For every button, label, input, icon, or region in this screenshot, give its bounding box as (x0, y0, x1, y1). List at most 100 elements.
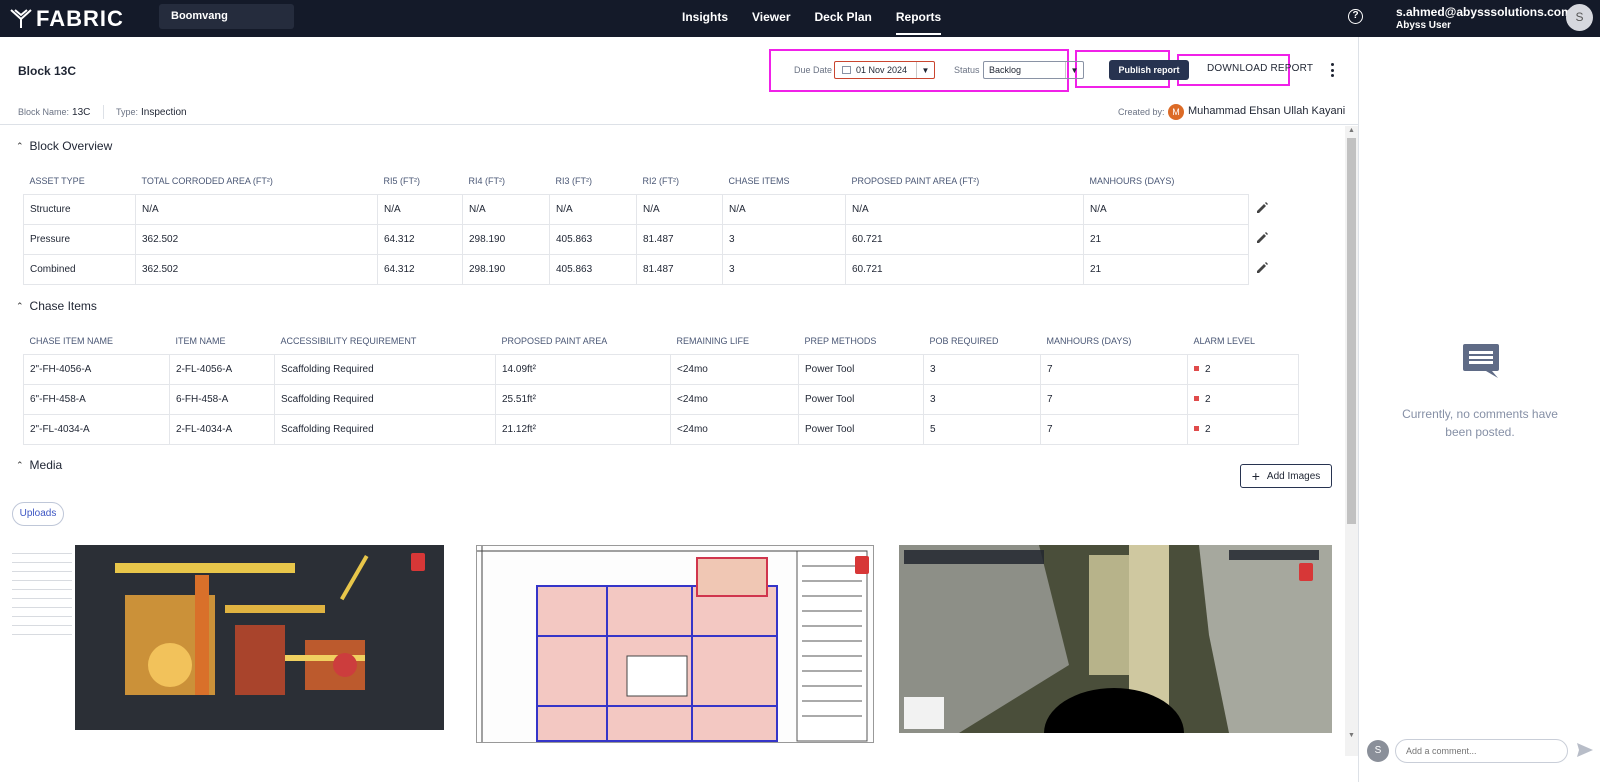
created-by-label: Created by: (1118, 107, 1165, 117)
add-images-button[interactable]: + Add Images (1240, 464, 1332, 488)
more-options-icon[interactable] (1329, 63, 1335, 77)
status-select[interactable]: Backlog ▼ (983, 61, 1084, 79)
3d-pipe-model-image (115, 553, 425, 695)
user-email: s.ahmed@abysssolutions.com.au (1396, 5, 1590, 19)
column-header: RI5 (FT²) (383, 175, 421, 186)
cell: 3 (923, 383, 1041, 415)
nav-insights[interactable]: Insights (682, 0, 728, 35)
send-icon[interactable] (1577, 743, 1593, 757)
table-row: Combined 362.502 64.312 298.190 405.863 … (23, 253, 1289, 285)
cell: Power Tool (798, 353, 924, 385)
table-row[interactable]: 2"-FH-4056-A 2-FL-4056-A Scaffolding Req… (23, 353, 1299, 385)
scrollbar-thumb[interactable] (1347, 138, 1356, 524)
chevron-up-icon[interactable]: ⌃ (16, 301, 24, 312)
nav-viewer[interactable]: Viewer (752, 0, 790, 35)
cell: 2-FL-4056-A (169, 353, 275, 385)
column-header: CHASE ITEM NAME (29, 335, 114, 346)
type-value: Inspection (141, 107, 187, 118)
media-thumbnail-3d-model[interactable] (75, 545, 444, 730)
content-scrollbar[interactable]: ▲ ▼ (1345, 126, 1358, 756)
column-header: PROPOSED PAINT AREA (FT²) (851, 175, 980, 186)
media-thumbnail-deck-plan[interactable] (476, 545, 874, 743)
cell: 60.721 (845, 223, 1084, 255)
scroll-up-icon[interactable]: ▲ (1348, 127, 1355, 134)
column-header: TOTAL CORRODED AREA (FT²) (141, 175, 273, 186)
cell: Pressure (23, 223, 136, 255)
nav-reports[interactable]: Reports (895, 0, 942, 35)
column-header: POB REQUIRED (929, 335, 999, 346)
scroll-down-icon[interactable]: ▼ (1348, 732, 1355, 739)
alarm-level: 2 (1205, 363, 1211, 375)
chevron-up-icon[interactable]: ⌃ (16, 460, 24, 471)
cell: 298.190 (462, 253, 550, 285)
edit-pencil-icon[interactable] (1255, 201, 1269, 215)
alarm-cell: 2 (1187, 413, 1299, 445)
block-overview-table: ASSET TYPE TOTAL CORRODED AREA (FT²) RI5… (23, 168, 1289, 285)
comment-user-avatar: S (1367, 740, 1389, 762)
chevron-up-icon[interactable]: ⌃ (16, 141, 24, 152)
tab-uploads[interactable]: Uploads (12, 502, 64, 526)
table-row: Structure N/A N/A N/A N/A N/A N/A N/A N/… (23, 193, 1289, 225)
alarm-indicator-icon (1194, 396, 1199, 402)
edit-cell (1249, 194, 1289, 224)
cell: N/A (845, 193, 1084, 225)
cell: Structure (23, 193, 136, 225)
table-row[interactable]: 6"-FH-458-A 6-FH-458-A Scaffolding Requi… (23, 383, 1299, 415)
page-title: Block 13C (18, 64, 77, 78)
no-comments-message: Currently, no comments have been posted. (1402, 407, 1558, 439)
help-icon[interactable]: ? (1348, 9, 1363, 24)
type-meta: Type: Inspection (116, 107, 187, 118)
cell: N/A (135, 193, 378, 225)
cell: 7 (1040, 413, 1188, 445)
chase-items-table: CHASE ITEM NAME ITEM NAME ACCESSIBILITY … (23, 328, 1299, 445)
fabric-logo[interactable]: FABRIC (10, 6, 124, 32)
media-header[interactable]: ⌃ Media (16, 458, 62, 472)
cell: 64.312 (377, 253, 463, 285)
due-date-picker[interactable]: 01 Nov 2024 ▼ (834, 61, 935, 79)
cell: 298.190 (462, 223, 550, 255)
media-thumbnail-site-photo[interactable] (899, 545, 1332, 733)
cell: Power Tool (798, 413, 924, 445)
cell: 2"-FH-4056-A (23, 353, 170, 385)
cell: 7 (1040, 383, 1188, 415)
cell: N/A (462, 193, 550, 225)
edit-pencil-icon[interactable] (1255, 231, 1269, 245)
table-header-row: ASSET TYPE TOTAL CORRODED AREA (FT²) RI5… (24, 168, 1289, 194)
media-title: Media (29, 458, 63, 472)
cell: Scaffolding Required (274, 383, 496, 415)
cell: N/A (1083, 193, 1249, 225)
block-name-value: 13C (72, 107, 91, 118)
cell: N/A (636, 193, 723, 225)
block-name-label: Block Name: (18, 107, 70, 117)
table-row[interactable]: 2"-FL-4034-A 2-FL-4034-A Scaffolding Req… (23, 413, 1299, 445)
cell: 21 (1083, 253, 1249, 285)
status-value: Backlog (989, 65, 1022, 75)
column-header: ITEM NAME (175, 335, 226, 346)
block-overview-header[interactable]: ⌃ Block Overview (16, 139, 112, 153)
chevron-down-icon[interactable]: ▼ (1065, 62, 1083, 78)
alarm-indicator-icon (1194, 426, 1199, 432)
project-selector[interactable]: Boomvang (159, 4, 294, 29)
cell: 64.312 (377, 223, 463, 255)
edit-pencil-icon[interactable] (1255, 261, 1269, 275)
cell: Combined (23, 253, 136, 285)
alarm-level: 2 (1205, 393, 1211, 405)
user-avatar[interactable]: S (1566, 4, 1593, 31)
publish-report-button[interactable]: Publish report (1109, 60, 1189, 80)
report-header: Block 13C Due Date 01 Nov 2024 ▼ Status … (0, 37, 1358, 125)
comment-input[interactable] (1395, 739, 1568, 763)
top-navigation-bar: FABRIC Boomvang Insights Viewer Deck Pla… (0, 0, 1600, 37)
user-info[interactable]: s.ahmed@abysssolutions.com.au Abyss User (1396, 5, 1589, 31)
logo-text: FABRIC (36, 6, 124, 31)
column-header: MANHOURS (DAYS) (1089, 175, 1175, 186)
download-report-button[interactable]: DOWNLOAD REPORT (1207, 63, 1313, 74)
cell: N/A (722, 193, 846, 225)
column-header: ASSET TYPE (29, 175, 85, 186)
cell: 60.721 (845, 253, 1084, 285)
chase-items-header[interactable]: ⌃ Chase Items (16, 299, 97, 313)
cell: 362.502 (135, 253, 378, 285)
chevron-down-icon[interactable]: ▼ (916, 62, 934, 78)
cell: Power Tool (798, 383, 924, 415)
nav-deck-plan[interactable]: Deck Plan (815, 0, 872, 35)
cell: 25.51ft² (495, 383, 671, 415)
